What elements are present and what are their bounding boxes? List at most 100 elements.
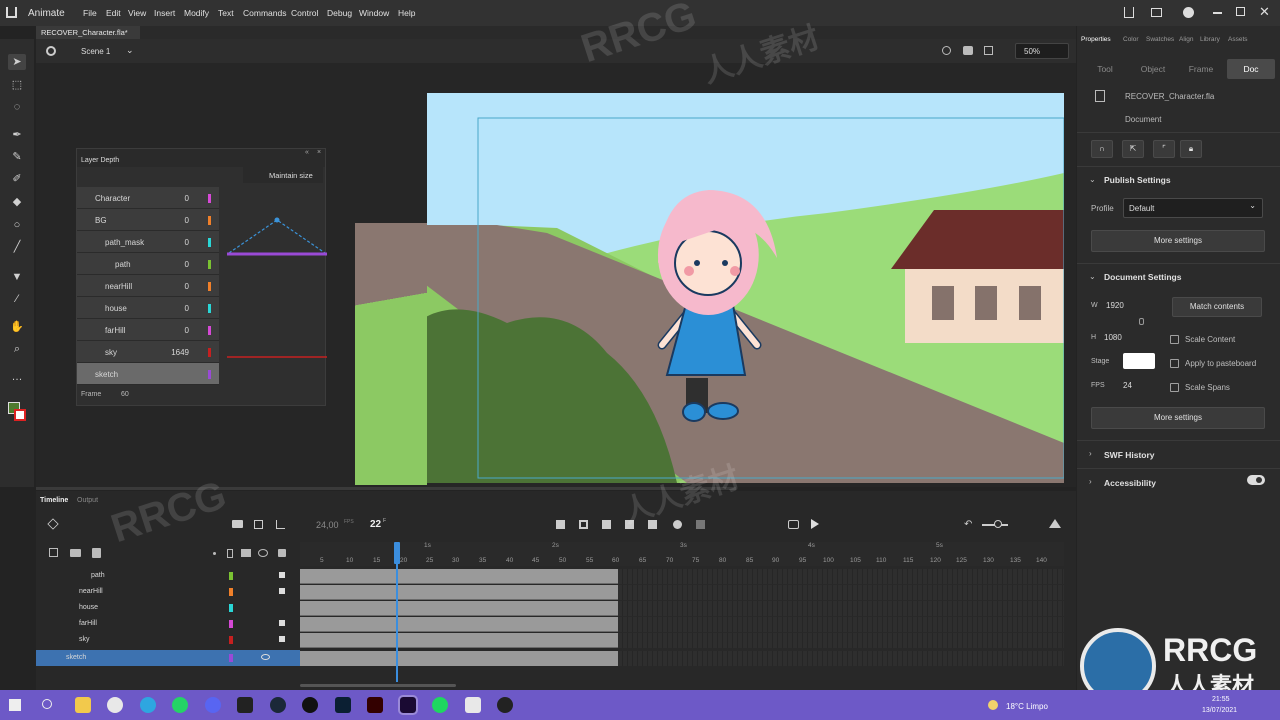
tab-timeline[interactable]: Timeline bbox=[40, 497, 68, 504]
illustrator-icon[interactable] bbox=[367, 697, 383, 713]
maximize-icon[interactable] bbox=[1236, 7, 1245, 16]
steam-icon[interactable] bbox=[270, 697, 286, 713]
lock-icon[interactable]: 🔒︎ bbox=[1180, 140, 1202, 158]
apply-to-pasteboard-checkbox[interactable] bbox=[1170, 359, 1179, 368]
timeline-layer-row[interactable]: house bbox=[36, 600, 1076, 616]
insert-keyframe-icon[interactable] bbox=[556, 520, 565, 529]
horizontal-scrollbar[interactable] bbox=[300, 684, 456, 687]
discord-icon[interactable] bbox=[205, 697, 221, 713]
timeline-layer-row[interactable]: farHill bbox=[36, 616, 1076, 632]
layer-parenting-icon[interactable] bbox=[254, 520, 263, 529]
delete-layer-icon[interactable] bbox=[92, 548, 101, 558]
current-frame[interactable]: 22 bbox=[370, 519, 381, 530]
layers-icon[interactable] bbox=[47, 518, 59, 530]
free-transform-tool-icon[interactable]: ⬚ bbox=[8, 77, 26, 93]
hand-tool-icon[interactable]: ✋ bbox=[8, 319, 26, 335]
stage-color-swatch[interactable] bbox=[1123, 353, 1155, 369]
test-movie-icon[interactable] bbox=[1183, 7, 1194, 18]
swf-history-header[interactable]: SWF History bbox=[1104, 450, 1155, 460]
fps-display[interactable]: 24,00 bbox=[316, 520, 339, 530]
menu-edit[interactable]: Edit bbox=[106, 8, 121, 18]
layer-depth-row[interactable]: house 0 bbox=[77, 297, 219, 319]
menu-modify[interactable]: Modify bbox=[184, 8, 209, 18]
paint-bucket-tool-icon[interactable]: ▼ bbox=[8, 269, 26, 285]
more-tools-icon[interactable]: … bbox=[8, 369, 26, 385]
telegram-icon[interactable] bbox=[140, 697, 156, 713]
layer-depth-row[interactable]: sketch bbox=[77, 363, 219, 385]
clock-time[interactable]: 21:55 bbox=[1212, 696, 1230, 703]
segment-tool[interactable]: Tool bbox=[1081, 59, 1129, 79]
layer-depth-row[interactable]: farHill 0 bbox=[77, 319, 219, 341]
tab-output[interactable]: Output bbox=[77, 497, 98, 504]
oval-tool-icon[interactable]: ○ bbox=[8, 217, 26, 233]
epic-games-icon[interactable] bbox=[237, 697, 253, 713]
attach-camera-icon[interactable] bbox=[241, 549, 251, 557]
link-icon[interactable] bbox=[1139, 318, 1144, 325]
lock-icon[interactable] bbox=[279, 588, 285, 594]
close-panel-icon[interactable]: × bbox=[317, 149, 321, 156]
zoom-tool-icon[interactable]: ⌕ bbox=[8, 341, 26, 357]
photoshop-icon[interactable] bbox=[335, 697, 351, 713]
hidden-eye-icon[interactable] bbox=[261, 654, 270, 660]
segment-frame[interactable]: Frame bbox=[1177, 59, 1225, 79]
menu-control[interactable]: Control bbox=[291, 8, 318, 18]
corner-icon[interactable]: ⌜ bbox=[1153, 140, 1175, 158]
fill-color-swatch[interactable] bbox=[14, 409, 26, 421]
layer-depth-row[interactable]: nearHill 0 bbox=[77, 275, 219, 297]
chevron-down-icon[interactable]: ⌄ bbox=[1089, 175, 1096, 184]
lock-icon[interactable] bbox=[279, 620, 285, 626]
chevron-right-icon[interactable]: › bbox=[1089, 477, 1092, 486]
playhead-handle[interactable] bbox=[394, 542, 400, 564]
lasso-tool-icon[interactable]: ◌ bbox=[8, 99, 26, 115]
scale-icon[interactable]: ⇱ bbox=[1122, 140, 1144, 158]
center-stage-icon[interactable] bbox=[942, 46, 951, 55]
accessibility-toggle[interactable] bbox=[1247, 475, 1265, 485]
obs-icon[interactable] bbox=[497, 697, 513, 713]
zoom-field[interactable]: 50% bbox=[1015, 43, 1069, 59]
play-icon[interactable] bbox=[811, 519, 819, 529]
tab-assets[interactable]: Assets bbox=[1228, 36, 1248, 43]
profile-select[interactable]: Default ⌄ bbox=[1123, 198, 1263, 218]
menu-view[interactable]: View bbox=[128, 8, 146, 18]
clock-date[interactable]: 13/07/2021 bbox=[1202, 707, 1237, 714]
menu-text[interactable]: Text bbox=[218, 8, 234, 18]
new-folder-icon[interactable] bbox=[70, 549, 81, 557]
timeline-layer-row[interactable]: sky bbox=[36, 632, 1076, 648]
scene-label[interactable]: Scene 1 bbox=[81, 47, 110, 56]
app-icon[interactable] bbox=[465, 697, 481, 713]
zoom-slider[interactable] bbox=[982, 520, 1008, 528]
layer-depth-row[interactable]: Character 0 bbox=[77, 187, 219, 209]
undo-icon[interactable]: ↶ bbox=[964, 519, 972, 530]
workspace-icon[interactable] bbox=[1151, 8, 1162, 17]
layer-depth-row[interactable]: path 0 bbox=[77, 253, 219, 275]
layer-depth-row[interactable]: sky 1649 bbox=[77, 341, 219, 363]
zoom-fit-icon[interactable] bbox=[1049, 519, 1061, 528]
fit-icon[interactable] bbox=[984, 46, 993, 55]
graph-icon[interactable] bbox=[276, 520, 285, 529]
paint-brush-tool-icon[interactable]: ✐ bbox=[8, 171, 26, 187]
chrome-icon[interactable] bbox=[107, 697, 123, 713]
width-value[interactable]: 1920 bbox=[1106, 301, 1124, 310]
document-more-settings-button[interactable]: More settings bbox=[1091, 407, 1265, 429]
windows-start-icon[interactable] bbox=[9, 699, 21, 711]
line-tool-icon[interactable]: ╱ bbox=[8, 239, 26, 255]
file-explorer-icon[interactable] bbox=[75, 697, 91, 713]
magnet-icon[interactable]: ∩ bbox=[1091, 140, 1113, 158]
chevron-right-icon[interactable]: › bbox=[1089, 449, 1092, 458]
accessibility-header[interactable]: Accessibility bbox=[1104, 478, 1156, 488]
segment-doc[interactable]: Doc bbox=[1227, 59, 1275, 79]
segment-object[interactable]: Object bbox=[1129, 59, 1177, 79]
onion-skin-icon[interactable] bbox=[673, 520, 682, 529]
tab-color[interactable]: Color bbox=[1123, 36, 1139, 43]
animate-icon[interactable] bbox=[398, 695, 418, 715]
sketch-empty-frames[interactable] bbox=[618, 651, 1064, 666]
scale-spans-checkbox[interactable] bbox=[1170, 383, 1179, 392]
insert-blank-keyframe-icon[interactable] bbox=[579, 520, 588, 529]
edit-multiple-icon[interactable] bbox=[696, 520, 705, 529]
menu-debug[interactable]: Debug bbox=[327, 8, 352, 18]
brush-tool-icon[interactable]: ✎ bbox=[8, 149, 26, 165]
spotify-icon[interactable] bbox=[432, 697, 448, 713]
publish-settings-header[interactable]: Publish Settings bbox=[1104, 175, 1171, 185]
show-hide-icon[interactable] bbox=[258, 549, 268, 557]
share-icon[interactable] bbox=[1124, 7, 1134, 18]
